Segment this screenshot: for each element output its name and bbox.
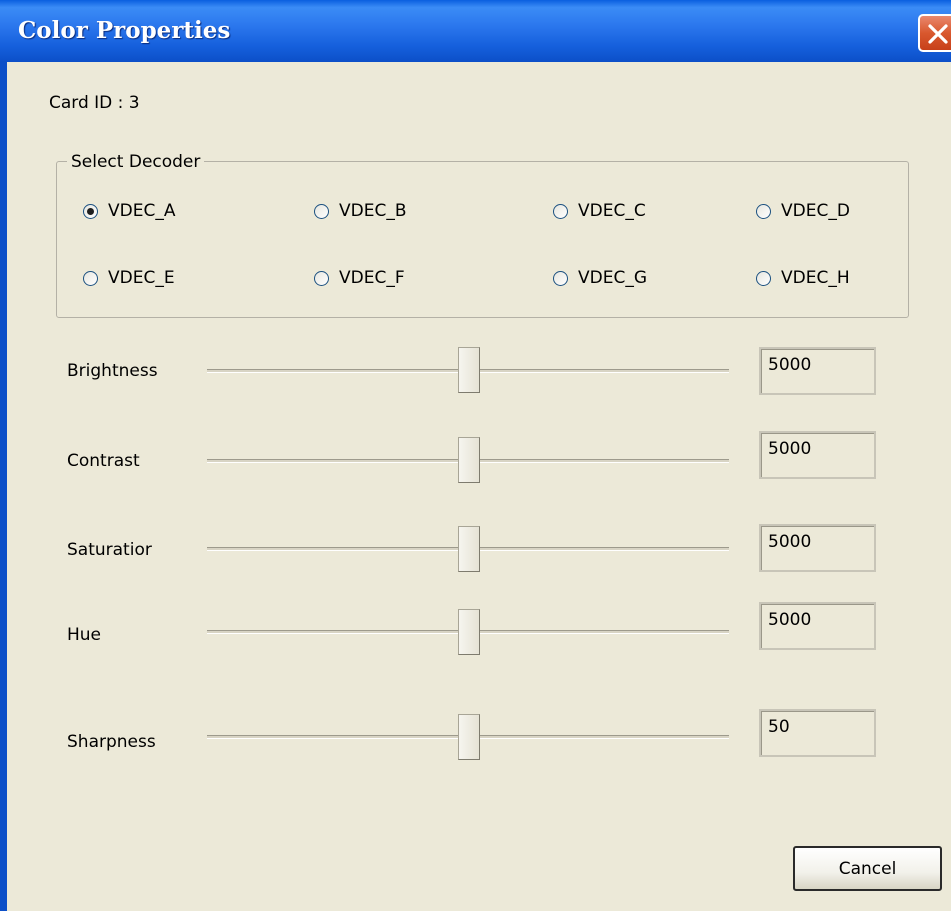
- radio-label: VDEC_D: [781, 201, 850, 221]
- radio-vdec-b[interactable]: VDEC_B: [314, 201, 407, 221]
- sharpness-label: Sharpness: [67, 732, 156, 752]
- contrast-label: Contrast: [67, 451, 140, 471]
- radio-label: VDEC_E: [108, 268, 175, 288]
- radio-vdec-h[interactable]: VDEC_H: [756, 268, 850, 288]
- hue-slider-thumb[interactable]: [458, 609, 480, 655]
- brightness-label: Brightness: [67, 361, 158, 381]
- radio-button[interactable]: [756, 270, 771, 286]
- close-icon: [928, 24, 948, 44]
- radio-vdec-g[interactable]: VDEC_G: [553, 268, 647, 288]
- hue-value-field[interactable]: 5000: [759, 602, 876, 650]
- saturation-slider-thumb[interactable]: [458, 526, 480, 572]
- brightness-slider-thumb[interactable]: [458, 347, 480, 393]
- radio-label: VDEC_A: [108, 201, 176, 221]
- window-title: Color Properties: [18, 17, 231, 44]
- radio-label: VDEC_F: [339, 268, 405, 288]
- radio-button[interactable]: [553, 270, 568, 286]
- radio-button[interactable]: [314, 203, 329, 219]
- sharpness-value-field[interactable]: 50: [759, 709, 876, 757]
- hue-label: Hue: [67, 625, 102, 645]
- radio-vdec-c[interactable]: VDEC_C: [553, 201, 646, 221]
- contrast-slider-thumb[interactable]: [458, 437, 480, 483]
- window-border: [0, 62, 7, 911]
- radio-label: VDEC_H: [781, 268, 850, 288]
- cancel-button[interactable]: Cancel: [793, 846, 942, 891]
- brightness-value-field[interactable]: 5000: [759, 347, 876, 395]
- select-decoder-label: Select Decoder: [67, 152, 205, 172]
- radio-button[interactable]: [314, 270, 329, 286]
- card-id-label: Card ID : 3: [49, 93, 140, 113]
- radio-button[interactable]: [83, 270, 98, 286]
- radio-label: VDEC_B: [339, 201, 407, 221]
- radio-label: VDEC_C: [578, 201, 646, 221]
- sharpness-slider-thumb[interactable]: [458, 714, 480, 760]
- radio-button[interactable]: [756, 203, 771, 219]
- saturation-label: Saturatior: [67, 540, 152, 560]
- saturation-value-field[interactable]: 5000: [759, 524, 876, 572]
- radio-button[interactable]: [553, 203, 568, 219]
- contrast-value-field[interactable]: 5000: [759, 431, 876, 479]
- select-decoder-group: [56, 161, 909, 318]
- radio-vdec-d[interactable]: VDEC_D: [756, 201, 850, 221]
- close-button[interactable]: [918, 14, 951, 52]
- radio-vdec-e[interactable]: VDEC_E: [83, 268, 175, 288]
- radio-label: VDEC_G: [578, 268, 648, 288]
- radio-vdec-f[interactable]: VDEC_F: [314, 268, 405, 288]
- color-properties-dialog: Color Properties Card ID : 3 Select Deco…: [0, 0, 951, 911]
- radio-vdec-a[interactable]: VDEC_A: [83, 201, 175, 221]
- radio-button-checked[interactable]: [83, 203, 98, 219]
- title-bar[interactable]: Color Properties: [0, 0, 951, 62]
